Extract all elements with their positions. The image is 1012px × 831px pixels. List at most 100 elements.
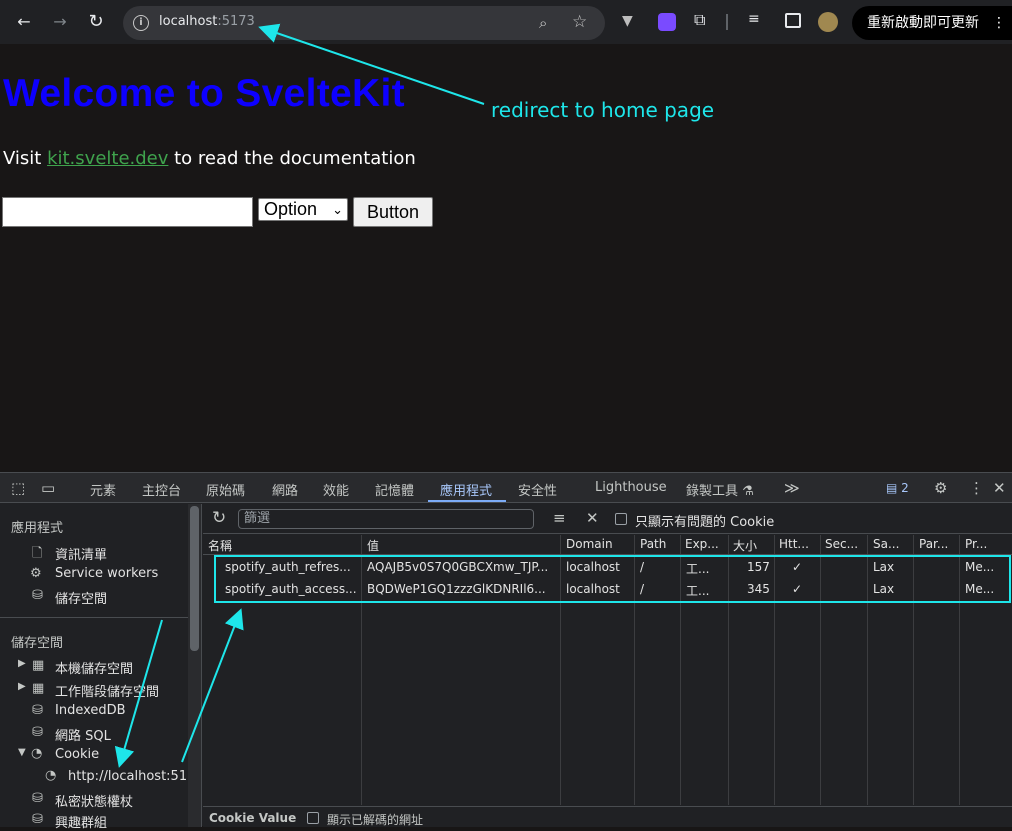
database-icon: ⛁ <box>32 791 43 806</box>
database-icon: ⛁ <box>32 588 43 603</box>
cookie-value-bar: Cookie Value 顯示已解碼的網址 <box>203 806 1012 827</box>
docs-link[interactable]: kit.svelte.dev <box>47 148 168 169</box>
profile-avatar[interactable] <box>818 12 838 32</box>
sidebar-item-cookie-origin[interactable]: http://localhost:5173 <box>68 769 186 784</box>
more-tabs-icon[interactable]: ≫ <box>784 479 800 497</box>
filter-input[interactable]: 篩選 <box>238 509 534 529</box>
column-header-domain[interactable]: Domain <box>566 537 613 551</box>
sidebar-item-session-storage[interactable]: 工作階段儲存空間 <box>55 681 159 700</box>
tab-lighthouse[interactable]: Lighthouse <box>595 480 667 495</box>
only-issues-label: 只顯示有問題的 Cookie <box>635 515 775 530</box>
show-decoded-checkbox[interactable] <box>307 812 319 824</box>
expand-arrow-icon[interactable]: ▶ <box>18 681 26 692</box>
column-header-value[interactable]: 值 <box>367 537 379 554</box>
text-input[interactable] <box>2 197 253 227</box>
issues-badge[interactable]: ▤ 2 <box>886 481 909 495</box>
tab-sources[interactable]: 原始碼 <box>206 480 245 499</box>
bookmark-star-icon[interactable]: ☆ <box>572 12 587 32</box>
side-panel-icon[interactable] <box>785 13 801 28</box>
sidebar-item-interest-groups[interactable]: 興趣群組 <box>55 812 107 831</box>
tab-performance[interactable]: 效能 <box>323 480 349 499</box>
browser-toolbar: ← → ↻ i localhost:5173 ⌕ ☆ ▼ ⧉ ≡ 重新啟動即可更… <box>0 0 1012 44</box>
visit-text: Visit kit.svelte.dev to read the documen… <box>3 148 416 169</box>
chevron-down-icon: ⌄ <box>332 202 343 217</box>
cookie-value-label: Cookie Value <box>209 811 297 825</box>
sidebar-item-service-workers[interactable]: Service workers <box>55 566 158 581</box>
toolbar-divider <box>726 14 728 30</box>
table-grid-icon: ▦ <box>32 658 45 673</box>
web-page: Welcome to SvelteKit Visit kit.svelte.de… <box>0 44 1012 472</box>
sidebar-item-indexeddb[interactable]: IndexedDB <box>55 703 126 718</box>
scrollbar-thumb[interactable] <box>190 506 199 651</box>
gears-icon: ⚙ <box>30 566 42 581</box>
close-devtools-icon[interactable]: ✕ <box>993 479 1006 497</box>
reload-icon[interactable]: ↻ <box>85 11 107 33</box>
clear-filtered-icon[interactable]: ≡ <box>553 509 566 527</box>
refresh-icon[interactable]: ↻ <box>212 508 226 528</box>
zoom-icon[interactable]: ⌕ <box>539 14 547 32</box>
show-decoded-label: 顯示已解碼的網址 <box>327 813 424 827</box>
media-queue-icon[interactable]: ≡ <box>748 11 766 29</box>
cookie-icon: ◔ <box>31 746 43 761</box>
site-info-icon[interactable]: i <box>133 15 149 31</box>
expand-arrow-icon[interactable]: ▶ <box>18 658 26 669</box>
column-header-path[interactable]: Path <box>640 537 666 551</box>
device-toolbar-icon[interactable]: ▭ <box>41 479 55 497</box>
address-bar[interactable]: i localhost:5173 ⌕ ☆ <box>123 6 605 40</box>
devtools-panel: ⬚ ▭ 元素 主控台 原始碼 網路 效能 記憶體 應用程式 安全性 Lighth… <box>0 472 1012 831</box>
cookie-toolbar: ↻ 篩選 ≡ ✕ 只顯示有問題的 Cookie <box>203 504 1012 534</box>
database-icon: ⛁ <box>32 812 43 827</box>
extension-purple-icon[interactable] <box>658 13 676 31</box>
delete-all-icon[interactable]: ✕ <box>586 509 599 527</box>
database-icon: ⛁ <box>32 725 43 740</box>
redirect-annotation: redirect to home page <box>491 98 715 122</box>
update-button[interactable]: 重新啟動即可更新 ⋮ <box>852 6 1012 40</box>
column-header-priority[interactable]: Pr... <box>965 537 987 551</box>
cookie-icon: ◔ <box>45 768 57 783</box>
table-grid-icon: ▦ <box>32 681 45 696</box>
tab-application[interactable]: 應用程式 <box>440 480 492 499</box>
devtools-menu-icon[interactable]: ⋮ <box>969 479 984 497</box>
active-tab-indicator <box>428 500 506 502</box>
database-icon: ⛁ <box>32 703 43 718</box>
column-header-name[interactable]: 名稱 <box>208 537 232 554</box>
only-issues-checkbox[interactable] <box>615 513 627 525</box>
column-header-partition[interactable]: Par... <box>919 537 948 551</box>
tab-security[interactable]: 安全性 <box>518 480 557 499</box>
tab-memory[interactable]: 記憶體 <box>375 480 414 499</box>
tab-console[interactable]: 主控台 <box>142 480 181 499</box>
settings-gear-icon[interactable]: ⚙ <box>934 479 947 497</box>
column-header-httponly[interactable]: Htt... <box>779 537 809 551</box>
flask-icon: ⚗ <box>742 484 754 499</box>
back-arrow-icon[interactable]: ← <box>13 11 35 33</box>
column-header-samesite[interactable]: Sa... <box>873 537 899 551</box>
tab-network[interactable]: 網路 <box>272 480 298 499</box>
menu-kebab-icon[interactable]: ⋮ <box>992 6 1006 40</box>
sidebar-item-cookie[interactable]: Cookie <box>55 747 99 762</box>
page-button[interactable]: Button <box>353 197 433 227</box>
tab-elements[interactable]: 元素 <box>90 480 116 499</box>
url-text[interactable]: localhost:5173 <box>159 14 255 29</box>
sidebar-scrollbar[interactable] <box>188 504 202 827</box>
column-header-size[interactable]: 大小 <box>733 537 757 554</box>
sidebar-heading-application: 應用程式 <box>11 521 64 536</box>
column-header-secure[interactable]: Sec... <box>825 537 858 551</box>
forward-arrow-icon[interactable]: → <box>49 11 71 33</box>
sidebar-item-manifest[interactable]: 資訊清單 <box>55 544 107 563</box>
sidebar-item-web-sql[interactable]: 網路 SQL <box>55 725 111 744</box>
extension-v-icon[interactable]: ▼ <box>622 13 640 31</box>
tab-recorder[interactable]: 錄製工具 ⚗ <box>686 480 754 499</box>
sidebar-divider <box>0 617 188 618</box>
devtools-tabbar: ⬚ ▭ 元素 主控台 原始碼 網路 效能 記憶體 應用程式 安全性 Lighth… <box>0 473 1012 503</box>
document-icon: 🗋 <box>32 546 43 561</box>
message-icon: ▤ <box>886 481 898 495</box>
column-header-expires[interactable]: Exp... <box>685 537 719 551</box>
application-sidebar: 應用程式 🗋 資訊清單 ⚙ Service workers ⛁ 儲存空間 儲存空… <box>0 504 188 831</box>
sidebar-item-storage[interactable]: 儲存空間 <box>55 588 107 607</box>
option-select[interactable]: Option ⌄ <box>258 198 348 221</box>
sidebar-item-local-storage[interactable]: 本機儲存空間 <box>55 658 133 677</box>
extensions-puzzle-icon[interactable]: ⧉ <box>694 10 712 29</box>
inspect-element-icon[interactable]: ⬚ <box>11 479 25 497</box>
sidebar-item-private-state-tokens[interactable]: 私密狀態權杖 <box>55 791 133 810</box>
collapse-arrow-icon[interactable]: ▼ <box>18 747 26 758</box>
